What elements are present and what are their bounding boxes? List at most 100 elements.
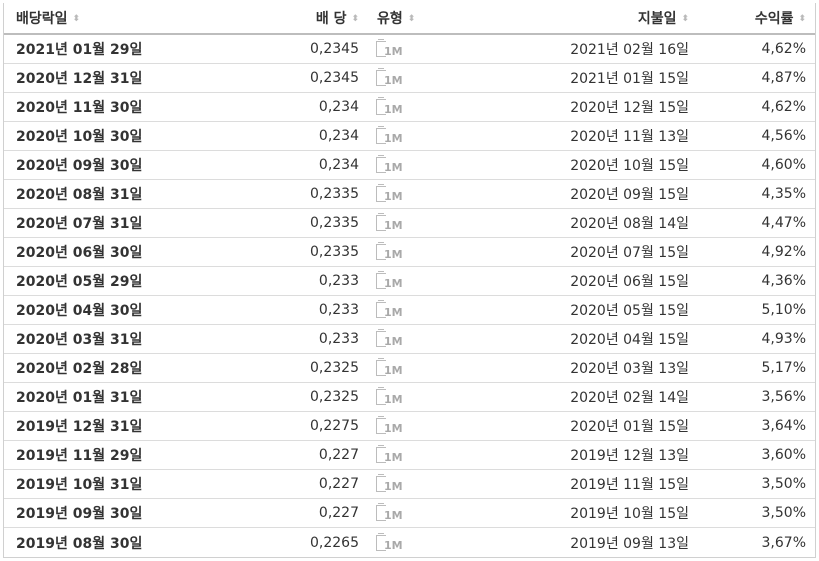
table-row: 2019년 11월 29일 0,227 1M 2019년 12월 13일 3,6… [4,441,815,470]
ex-date-cell: 2021년 01월 29일 [16,42,143,58]
yield-cell: 4,36% [761,273,806,289]
dividend-cell: 0,234 [318,128,359,144]
header-dividend[interactable]: 배 당 ⬍ [234,8,359,28]
table-row: 2019년 08월 30일 0,2265 1M 2019년 09월 13일 3,… [4,528,815,557]
yield-cell: 4,60% [761,157,806,173]
table-row: 2020년 03월 31일 0,233 1M 2020년 04월 15일 4,9… [4,325,815,354]
monthly-icon-label: 1M [384,451,403,464]
monthly-calendar-icon: 1M [376,126,404,146]
pay-date-cell: 2020년 02월 14일 [570,390,689,406]
ex-date-cell: 2020년 02월 28일 [16,361,143,377]
table-row: 2020년 11월 30일 0,234 1M 2020년 12월 15일 4,6… [4,93,815,122]
sort-icon[interactable]: ⬍ [798,14,806,24]
yield-cell: 4,47% [761,215,806,231]
dividend-cell: 0,227 [318,505,359,521]
type-cell: 1M [359,387,489,407]
dividend-cell: 0,234 [318,99,359,115]
sort-icon[interactable]: ⬍ [351,14,359,24]
yield-cell: 3,60% [761,447,806,463]
header-ex-date[interactable]: 배당락일 ⬍ [4,8,234,28]
type-cell: 1M [359,329,489,349]
ex-date-cell: 2020년 04월 30일 [16,303,143,319]
dividend-cell: 0,233 [318,331,359,347]
type-cell: 1M [359,532,489,553]
ex-date-cell: 2020년 06월 30일 [16,245,143,261]
monthly-icon-label: 1M [384,45,403,58]
table-row: 2020년 07월 31일 0,2335 1M 2020년 08월 14일 4,… [4,209,815,238]
monthly-calendar-icon: 1M [376,358,404,378]
sort-icon[interactable]: ⬍ [408,14,416,24]
monthly-icon-label: 1M [384,480,403,493]
type-cell: 1M [359,126,489,146]
dividend-cell: 0,2345 [310,41,359,57]
dividend-cell: 0,2275 [310,418,359,434]
dividend-cell: 0,2335 [310,244,359,260]
ex-date-cell: 2019년 08월 30일 [16,535,143,552]
ex-date-cell: 2020년 08월 31일 [16,187,143,203]
type-cell: 1M [359,474,489,494]
type-cell: 1M [359,184,489,204]
dividend-cell: 0,2345 [310,70,359,86]
dividend-cell: 0,233 [318,302,359,318]
pay-date-cell: 2020년 08월 14일 [570,216,689,232]
monthly-icon-label: 1M [384,161,403,174]
monthly-calendar-icon: 1M [376,97,404,117]
monthly-icon-label: 1M [384,335,403,348]
header-pay-date-label: 지불일 [637,11,677,27]
yield-cell: 3,56% [761,389,806,405]
yield-cell: 5,17% [761,360,806,376]
type-cell: 1M [359,358,489,378]
type-cell: 1M [359,97,489,117]
monthly-icon-label: 1M [384,422,403,435]
ex-date-cell: 2020년 12월 31일 [16,71,143,87]
dividend-history-table: 배당락일 ⬍ 배 당 ⬍ 유형 ⬍ 지불일 ⬍ 수익률 ⬍ 2021년 01월 29일 0… [3,3,816,558]
yield-cell: 3,50% [761,505,806,521]
yield-cell: 4,92% [761,244,806,260]
type-cell: 1M [359,242,489,262]
monthly-icon-label: 1M [384,538,403,552]
monthly-calendar-icon: 1M [376,503,404,523]
monthly-calendar-icon: 1M [376,242,404,262]
dividend-cell: 0,233 [318,273,359,289]
yield-cell: 4,62% [761,41,806,57]
header-type-label: 유형 [377,11,403,27]
yield-cell: 3,64% [761,418,806,434]
yield-cell: 4,87% [761,70,806,86]
pay-date-cell: 2021년 01월 15일 [570,71,689,87]
header-pay-date[interactable]: 지불일 ⬍ [489,8,689,28]
table-row: 2021년 01월 29일 0,2345 1M 2021년 02월 16일 4,… [4,35,815,64]
monthly-calendar-icon: 1M [376,300,404,320]
table-row: 2019년 12월 31일 0,2275 1M 2020년 01월 15일 3,… [4,412,815,441]
type-cell: 1M [359,271,489,291]
ex-date-cell: 2020년 10월 30일 [16,129,143,145]
table-row: 2020년 10월 30일 0,234 1M 2020년 11월 13일 4,5… [4,122,815,151]
dividend-cell: 0,2325 [310,389,359,405]
dividend-cell: 0,2265 [310,534,359,551]
type-cell: 1M [359,68,489,88]
dividend-cell: 0,227 [318,447,359,463]
ex-date-cell: 2020년 11월 30일 [16,100,143,116]
monthly-icon-label: 1M [384,509,403,522]
monthly-calendar-icon: 1M [376,329,404,349]
ex-date-cell: 2019년 10월 31일 [16,477,143,493]
sort-icon[interactable]: ⬍ [681,14,689,24]
ex-date-cell: 2019년 12월 31일 [16,419,143,435]
pay-date-cell: 2021년 02월 16일 [570,42,689,58]
table-row: 2019년 09월 30일 0,227 1M 2019년 10월 15일 3,5… [4,499,815,528]
table-row: 2020년 08월 31일 0,2335 1M 2020년 09월 15일 4,… [4,180,815,209]
sort-icon[interactable]: ⬍ [73,14,81,24]
table-row: 2019년 10월 31일 0,227 1M 2019년 11월 15일 3,5… [4,470,815,499]
pay-date-cell: 2019년 10월 15일 [570,506,689,522]
monthly-icon-label: 1M [384,393,403,406]
pay-date-cell: 2019년 09월 13일 [570,535,689,552]
pay-date-cell: 2019년 11월 15일 [570,477,689,493]
header-type[interactable]: 유형 ⬍ [359,8,489,28]
yield-cell: 4,62% [761,99,806,115]
table-row: 2020년 02월 28일 0,2325 1M 2020년 03월 13일 5,… [4,354,815,383]
type-cell: 1M [359,300,489,320]
header-yield[interactable]: 수익률 ⬍ [689,8,806,28]
pay-date-cell: 2020년 07월 15일 [570,245,689,261]
type-cell: 1M [359,445,489,465]
table-row: 2020년 09월 30일 0,234 1M 2020년 10월 15일 4,6… [4,151,815,180]
monthly-calendar-icon: 1M [376,184,404,204]
